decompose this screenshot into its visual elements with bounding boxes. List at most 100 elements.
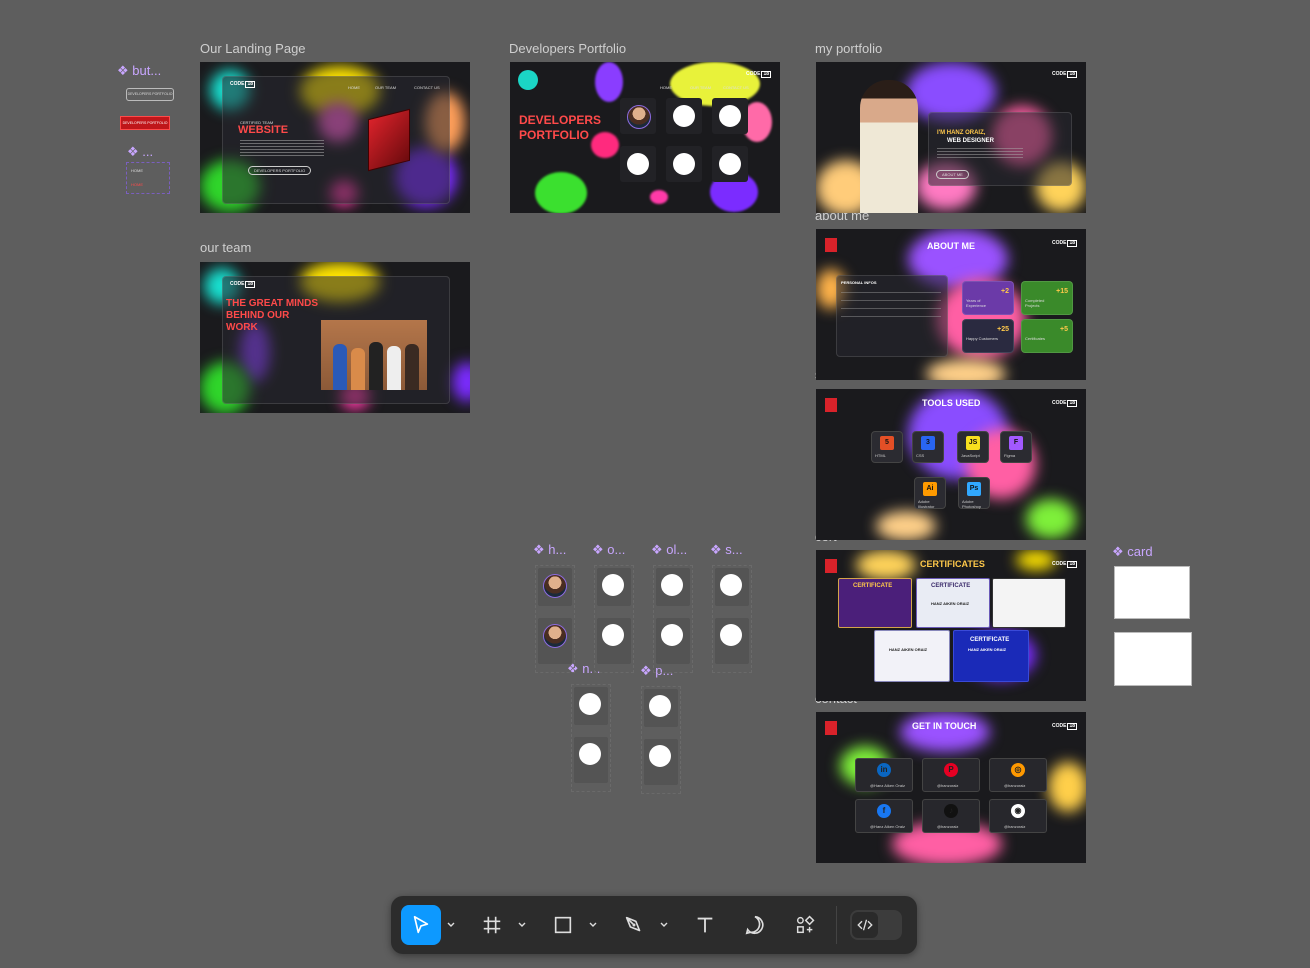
component-label-card[interactable]: ❖ card: [1112, 544, 1153, 560]
certificate-card[interactable]: [992, 578, 1066, 628]
pen-tool-button[interactable]: [614, 905, 654, 945]
social-handle: @hanzoraiz: [1004, 824, 1026, 829]
component-label-text: card: [1127, 544, 1153, 559]
chevron-down-icon[interactable]: [517, 920, 527, 930]
developer-card[interactable]: [666, 146, 702, 182]
frame-icon: [483, 916, 501, 934]
dev-mode-toggle[interactable]: [850, 910, 902, 940]
certificate-card[interactable]: CERTIFICATE HANZ AIKEN ORAIZ: [916, 578, 990, 628]
move-tool-button[interactable]: [401, 905, 441, 945]
developer-card[interactable]: [712, 98, 748, 134]
component-set-h[interactable]: [535, 565, 575, 673]
component-set-o[interactable]: [594, 565, 634, 673]
frame-label-my-portfolio[interactable]: my portfolio: [815, 41, 882, 56]
social-handle: @hanzoraiz: [937, 783, 959, 788]
nav-contact-us[interactable]: CONTACT US: [723, 85, 749, 90]
social-link-card[interactable]: f @Hanz Aiken Oraiz: [855, 799, 913, 833]
component-set-n[interactable]: [571, 684, 611, 792]
developer-card[interactable]: [666, 98, 702, 134]
frame-my-portfolio[interactable]: CODE 18 I'M HANZ ORAIZ, WEB DESIGNER ABOU…: [816, 62, 1086, 213]
frame-certificates[interactable]: CODE 18 CERTIFICATES CERTIFICATE CERTIFIC…: [816, 550, 1086, 701]
nav-our-team[interactable]: OUR TEAM: [375, 85, 396, 90]
social-link-card[interactable]: ♪ @hanzoraiz: [922, 799, 980, 833]
social-link-card[interactable]: ◉ @hanzoraiz: [989, 799, 1047, 833]
portrait-photo: [860, 80, 918, 213]
variant-card[interactable]: [644, 689, 678, 727]
frame-label-developers[interactable]: Developers Portfolio: [509, 41, 626, 56]
chevron-down-icon[interactable]: [588, 920, 598, 930]
developer-card[interactable]: [620, 146, 656, 182]
component-label-nav[interactable]: ❖ ...: [127, 144, 153, 160]
component-set-s[interactable]: [712, 565, 752, 673]
avatar-placeholder: [661, 574, 683, 596]
frame-skills[interactable]: CODE 18 TOOLS USED 5 HTML 3 CSS JS JavaScript F…: [816, 389, 1086, 540]
avatar-placeholder: [673, 105, 695, 127]
3d-logo-icon: [368, 108, 410, 172]
variant-card[interactable]: [538, 568, 572, 606]
variant-card[interactable]: [597, 618, 631, 664]
about-me-button[interactable]: ABOUT ME: [936, 170, 969, 179]
chevron-down-icon[interactable]: [659, 920, 669, 930]
variant-card[interactable]: [597, 568, 631, 606]
avatar-placeholder: [720, 574, 742, 596]
developer-card[interactable]: [712, 146, 748, 182]
nav-component-set[interactable]: HOME HOME: [126, 162, 170, 194]
variant-card[interactable]: [538, 618, 572, 664]
tool-name: Adobe Photoshop: [962, 499, 982, 509]
variant-card[interactable]: [656, 618, 690, 664]
section-title: ABOUT ME: [927, 241, 975, 251]
variant-card[interactable]: [715, 618, 749, 664]
social-link-card[interactable]: P @hanzoraiz: [922, 758, 980, 792]
component-label-ol[interactable]: ❖ ol...: [651, 542, 687, 558]
tool-logo-icon: Ps: [967, 482, 981, 496]
stat-card: +2 Years of Experience: [962, 281, 1014, 315]
frame-our-team[interactable]: CODE 18 THE GREAT MINDS BEHIND OUR WORK: [200, 262, 470, 413]
actions-tool-button[interactable]: [785, 905, 825, 945]
frame-about-me[interactable]: CODE 18 ABOUT ME PERSONAL INFOS +2 Years o…: [816, 229, 1086, 380]
variant-card[interactable]: [574, 687, 608, 725]
nav-our-team[interactable]: OUR TEAM: [690, 85, 711, 90]
developers-portfolio-button[interactable]: DEVELOPERS PORTFOLIO: [248, 166, 312, 175]
frame-landing-page[interactable]: CODE 18 HOME OUR TEAM CONTACT US CERTIFIE…: [200, 62, 470, 213]
bottom-toolbar: [391, 896, 917, 954]
nav-home[interactable]: HOME: [660, 85, 672, 90]
component-set-p[interactable]: [641, 686, 681, 794]
frame-developers-portfolio[interactable]: CODE 18 HOME OUR TEAM CONTACT US DEVELOPE…: [510, 62, 780, 213]
shape-tool-button[interactable]: [543, 905, 583, 945]
variant-card[interactable]: [574, 737, 608, 783]
component-label-text: o...: [607, 542, 626, 557]
frame-label-our-team[interactable]: our team: [200, 240, 251, 255]
certificate-card[interactable]: CERTIFICATE HANZ AIKEN ORAIZ: [953, 630, 1029, 682]
component-set-ol[interactable]: [653, 565, 693, 673]
brand-logo: CODE 18: [1052, 561, 1078, 568]
variant-card[interactable]: [715, 568, 749, 606]
social-link-card[interactable]: in @Hanz Aiken Oraiz: [855, 758, 913, 792]
avatar: [543, 574, 567, 598]
social-link-card[interactable]: ◎ @hanzoraiz: [989, 758, 1047, 792]
developer-card[interactable]: [620, 98, 656, 134]
frame-label-landing[interactable]: Our Landing Page: [200, 41, 306, 56]
card-variant-1[interactable]: [1114, 566, 1190, 619]
button-filled-variant[interactable]: DEVELOPERS PORTFOLIO: [120, 116, 170, 130]
frame-contact[interactable]: CODE 18 GET IN TOUCH in @Hanz Aiken Oraiz P…: [816, 712, 1086, 863]
variant-card[interactable]: [656, 568, 690, 606]
component-label-s[interactable]: ❖ s...: [710, 542, 743, 558]
component-label-h[interactable]: ❖ h...: [533, 542, 566, 558]
variant-card[interactable]: [644, 739, 678, 785]
text-tool-button[interactable]: [685, 905, 725, 945]
component-label-o[interactable]: ❖ o...: [592, 542, 625, 558]
avatar: [543, 624, 567, 648]
comment-tool-button[interactable]: [735, 905, 775, 945]
avatar-placeholder: [649, 745, 671, 767]
chevron-down-icon[interactable]: [446, 920, 456, 930]
nav-contact-us[interactable]: CONTACT US: [414, 85, 440, 90]
page-title-2: PORTFOLIO: [519, 128, 589, 142]
nav-home[interactable]: HOME: [348, 85, 360, 90]
certificate-card[interactable]: HANZ AIKEN ORAIZ: [874, 630, 950, 682]
frame-tool-button[interactable]: [472, 905, 512, 945]
button-outline-variant[interactable]: DEVELOPERS PORTFOLIO: [126, 88, 174, 101]
card-variant-2[interactable]: [1114, 632, 1192, 686]
certificate-card[interactable]: CERTIFICATE: [838, 578, 912, 628]
component-label-buttons[interactable]: ❖ but...: [117, 63, 161, 79]
stat-value: +15: [1056, 288, 1068, 295]
